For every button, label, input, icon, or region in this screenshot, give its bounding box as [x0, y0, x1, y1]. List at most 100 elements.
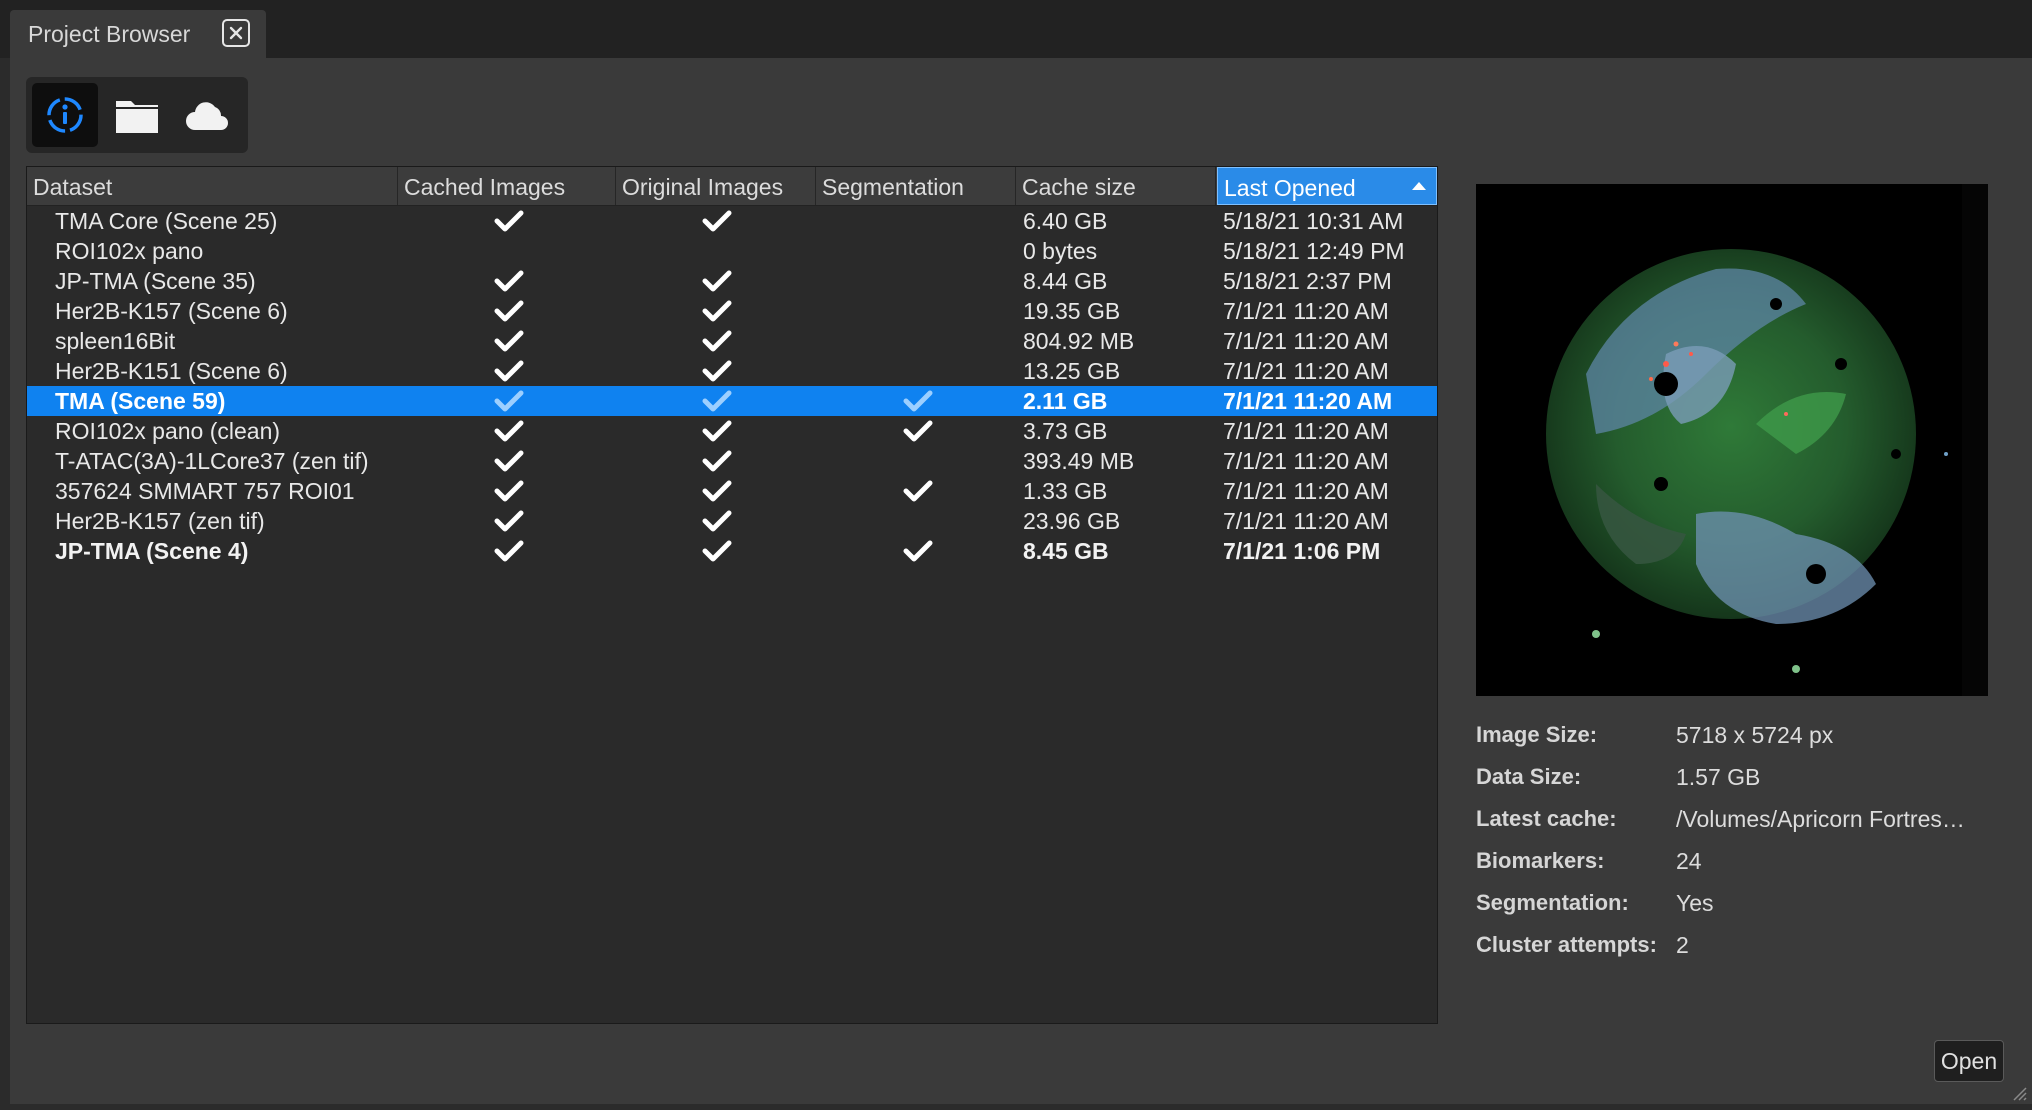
- segmentation-check-icon: [903, 540, 933, 562]
- cloud-icon[interactable]: [174, 83, 240, 147]
- last-opened-cell: 5/18/21 12:49 PM: [1223, 238, 1405, 264]
- cache-size-cell: 2.11 GB: [1023, 388, 1108, 414]
- table-row[interactable]: ROI102x pano (clean) 3.73 GB 7/1/21 11:20 …: [27, 416, 1437, 446]
- last-opened-cell: 7/1/21 11:20 AM: [1223, 508, 1389, 534]
- table-header: Dataset Cached Images Original Images Se…: [27, 167, 1437, 206]
- open-button[interactable]: Open: [1934, 1040, 2004, 1082]
- last-opened-cell: 7/1/21 11:20 AM: [1223, 298, 1389, 324]
- cached-check-icon: [494, 360, 524, 382]
- dataset-name-cell: Her2B-K157 (zen tif): [55, 508, 265, 534]
- source-toolbar: [26, 77, 248, 153]
- detail-value: /Volumes/Apricorn Fortres…: [1676, 806, 1965, 832]
- tab-bar: [0, 0, 2032, 58]
- original-check-icon: [702, 420, 732, 442]
- last-opened-cell: 7/1/21 11:20 AM: [1223, 478, 1389, 504]
- cached-check-icon: [494, 270, 524, 292]
- info-icon[interactable]: [32, 83, 98, 147]
- detail-value: 1.57 GB: [1676, 764, 1761, 790]
- cached-check-icon: [494, 540, 524, 562]
- table-row[interactable]: ROI102x pano 0 bytes 5/18/21 12:49 PM: [27, 236, 1437, 266]
- detail-value: 24: [1676, 848, 1702, 874]
- original-check-icon: [702, 360, 732, 382]
- last-opened-cell: 5/18/21 2:37 PM: [1223, 268, 1392, 294]
- column-header-dataset[interactable]: Dataset: [27, 167, 398, 205]
- original-check-icon: [702, 480, 732, 502]
- detail-label: Segmentation:: [1476, 890, 1629, 915]
- detail-label: Image Size:: [1476, 722, 1598, 747]
- cached-check-icon: [494, 510, 524, 532]
- cached-check-icon: [494, 330, 524, 352]
- detail-label: Latest cache:: [1476, 806, 1617, 831]
- detail-value: 5718 x 5724 px: [1676, 722, 1834, 748]
- column-header-segmentation[interactable]: Segmentation: [816, 167, 1016, 205]
- cache-size-cell: 804.92 MB: [1023, 328, 1135, 354]
- segmentation-check-icon: [903, 390, 933, 412]
- original-check-icon: [702, 270, 732, 292]
- cache-size-cell: 8.44 GB: [1023, 268, 1108, 294]
- cache-size-cell: 3.73 GB: [1023, 418, 1108, 444]
- dataset-name-cell: Her2B-K151 (Scene 6): [55, 358, 288, 384]
- table-row[interactable]: JP-TMA (Scene 4) 8.45 GB 7/1/21 1:06 PM: [27, 536, 1437, 566]
- last-opened-cell: 7/1/21 11:20 AM: [1223, 388, 1393, 414]
- table-row[interactable]: Her2B-K151 (Scene 6) 13.25 GB 7/1/21 11:20…: [27, 356, 1437, 386]
- table-row[interactable]: Her2B-K157 (zen tif) 23.96 GB 7/1/21 11:20…: [27, 506, 1437, 536]
- cached-check-icon: [494, 390, 524, 412]
- table-row[interactable]: JP-TMA (Scene 35) 8.44 GB 5/18/21 2:37 PM: [27, 266, 1437, 296]
- table-row[interactable]: T-ATAC(3A)-1LCore37 (zen tif) 393.49 MB 7/…: [27, 446, 1437, 476]
- cache-size-cell: 19.35 GB: [1023, 298, 1121, 324]
- last-opened-cell: 7/1/21 11:20 AM: [1223, 418, 1389, 444]
- original-check-icon: [702, 300, 732, 322]
- cache-size-cell: 8.45 GB: [1023, 538, 1109, 564]
- segmentation-check-icon: [903, 480, 933, 502]
- last-opened-cell: 7/1/21 11:20 AM: [1223, 328, 1389, 354]
- dataset-name-cell: spleen16Bit: [55, 328, 176, 354]
- last-opened-cell: 7/1/21 11:20 AM: [1223, 358, 1389, 384]
- dataset-table: Dataset Cached Images Original Images Se…: [26, 166, 1438, 1024]
- dataset-name-cell: Her2B-K157 (Scene 6): [55, 298, 288, 324]
- cache-size-cell: 0 bytes: [1023, 238, 1098, 264]
- dataset-name-cell: JP-TMA (Scene 4): [55, 538, 249, 564]
- original-check-icon: [702, 450, 732, 472]
- table-row[interactable]: 357624 SMMART 757 ROI01 1.33 GB 7/1/21 11:…: [27, 476, 1437, 506]
- close-icon[interactable]: [222, 19, 250, 47]
- table-row[interactable]: spleen16Bit 804.92 MB 7/1/21 11:20 AM: [27, 326, 1437, 356]
- folder-icon[interactable]: [104, 83, 170, 147]
- column-header-last-opened[interactable]: Last Opened: [1217, 167, 1437, 205]
- cached-check-icon: [494, 420, 524, 442]
- cache-size-cell: 393.49 MB: [1023, 448, 1135, 474]
- detail-label: Cluster attempts:: [1476, 932, 1657, 957]
- cached-check-icon: [494, 450, 524, 472]
- original-check-icon: [702, 540, 732, 562]
- cache-size-cell: 23.96 GB: [1023, 508, 1121, 534]
- last-opened-cell: 7/1/21 11:20 AM: [1223, 448, 1389, 474]
- resize-grip-icon[interactable]: [2008, 1082, 2028, 1102]
- cache-size-cell: 13.25 GB: [1023, 358, 1121, 384]
- dataset-name-cell: JP-TMA (Scene 35): [55, 268, 256, 294]
- cached-check-icon: [494, 480, 524, 502]
- column-header-original-images[interactable]: Original Images: [616, 167, 816, 205]
- dataset-name-cell: ROI102x pano (clean): [55, 418, 281, 444]
- segmentation-check-icon: [903, 420, 933, 442]
- column-header-last-opened-label: Last Opened: [1224, 175, 1356, 201]
- column-header-cached-images[interactable]: Cached Images: [398, 167, 616, 205]
- dataset-name-cell: 357624 SMMART 757 ROI01: [55, 478, 355, 504]
- cache-size-cell: 1.33 GB: [1023, 478, 1108, 504]
- dataset-name-cell: ROI102x pano: [55, 238, 204, 264]
- detail-label: Data Size:: [1476, 764, 1582, 789]
- detail-label: Biomarkers:: [1476, 848, 1605, 873]
- dataset-name-cell: TMA (Scene 59): [55, 388, 226, 414]
- dataset-preview-image: [1476, 184, 1988, 696]
- original-check-icon: [702, 390, 732, 412]
- table-row[interactable]: TMA (Scene 59) 2.11 GB 7/1/21 11:20 AM: [27, 386, 1437, 416]
- tab-project-browser[interactable]: Project Browser: [10, 10, 266, 58]
- cache-size-cell: 6.40 GB: [1023, 208, 1108, 234]
- detail-value: 2: [1676, 932, 1689, 958]
- original-check-icon: [702, 330, 732, 352]
- detail-value: Yes: [1676, 890, 1714, 916]
- dataset-name-cell: TMA Core (Scene 25): [55, 208, 278, 234]
- table-row[interactable]: TMA Core (Scene 25) 6.40 GB 5/18/21 10:31 …: [27, 206, 1437, 236]
- last-opened-cell: 7/1/21 1:06 PM: [1223, 538, 1381, 564]
- table-row[interactable]: Her2B-K157 (Scene 6) 19.35 GB 7/1/21 11:20…: [27, 296, 1437, 326]
- dataset-name-cell: T-ATAC(3A)-1LCore37 (zen tif): [55, 448, 369, 474]
- column-header-cache-size[interactable]: Cache size: [1016, 167, 1216, 205]
